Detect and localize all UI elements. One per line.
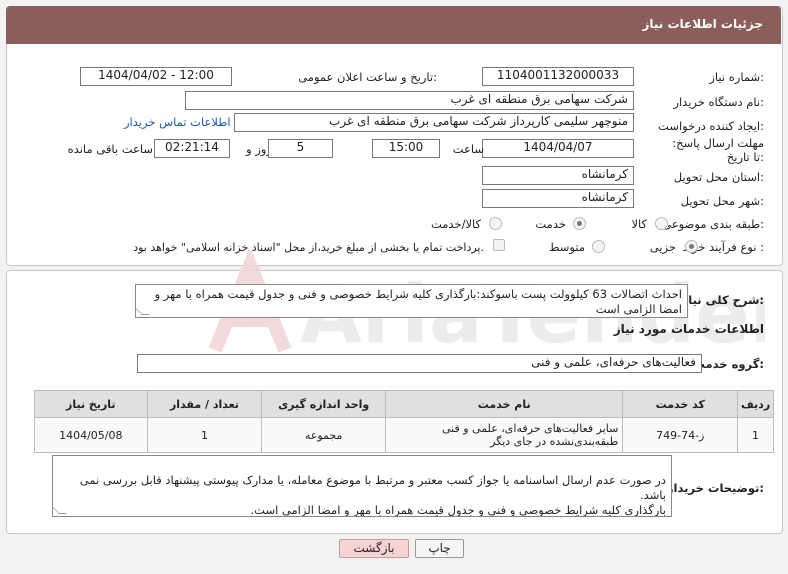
deadline-time-field[interactable]: 15:00	[372, 139, 440, 158]
deadline-time-label: ساعت	[452, 142, 484, 156]
category-option-both-label: کالا/خدمت	[430, 217, 481, 231]
category-label: طبقه بندی موضوعی:	[662, 217, 764, 231]
province-field[interactable]: کرمانشاه	[482, 166, 634, 185]
buyer-contact-link[interactable]: اطلاعات تماس خریدار	[124, 115, 231, 129]
category-option-service-radio[interactable]	[573, 217, 586, 230]
buyer-org-field[interactable]: شرکت سهامی برق منطقه ای غرب	[185, 91, 634, 110]
col-need-date: تاریخ نیاز	[34, 390, 148, 418]
category-option-both-radio[interactable]	[489, 217, 502, 230]
requester-label: ایجاد کننده درخواست:	[658, 119, 764, 133]
deadline-date-field[interactable]: 1404/04/07	[482, 139, 634, 158]
print-button[interactable]: چاپ	[415, 539, 464, 558]
buyer-notes-textarea[interactable]: در صورت عدم ارسال اساسنامه یا جواز کسب م…	[52, 455, 672, 517]
col-service-code: کد خدمت	[622, 390, 739, 418]
panel-header: جزئیات اطلاعات نیاز	[6, 6, 781, 44]
description-text: احداث اتصالات 63 کیلوولت پست باسوکند:بار…	[154, 287, 682, 316]
col-service-name: نام خدمت	[385, 390, 624, 418]
deadline-label: مهلت ارسال پاسخ: تا تاریخ:	[672, 136, 764, 164]
cell-unit: مجموعه	[261, 417, 387, 453]
table-row[interactable]: 1 ز-74-749 سایر فعالیت‌های حرفه‌ای، علمی…	[34, 417, 774, 453]
province-label: استان محل تحویل:	[673, 170, 764, 184]
category-option-goods-label: کالا	[631, 217, 647, 231]
process-option-minor-radio[interactable]	[685, 240, 698, 253]
city-label: شهر محل تحویل:	[680, 194, 764, 208]
days-field[interactable]: 5	[268, 139, 333, 158]
cell-need-date: 1404/05/08	[34, 417, 148, 453]
announce-datetime-field[interactable]: 1404/04/02 - 12:00	[80, 67, 232, 86]
requester-field[interactable]: منوچهر سلیمی کارپرداز شرکت سهامی برق منط…	[234, 113, 634, 132]
panel-title: جزئیات اطلاعات نیاز	[642, 17, 763, 31]
description-label: شرح کلی نیاز:	[681, 293, 764, 307]
process-option-medium-label: متوسط	[548, 240, 585, 254]
back-button[interactable]: بازگشت	[339, 539, 409, 558]
treasury-checkbox[interactable]	[493, 239, 505, 251]
resize-grip-icon[interactable]	[53, 506, 67, 514]
category-option-goods-radio[interactable]	[655, 217, 668, 230]
need-number-label: شماره نیاز:	[709, 70, 764, 84]
cell-service-name: سایر فعالیت‌های حرفه‌ای، علمی و فنی طبقه…	[385, 417, 624, 453]
buyer-notes-text: در صورت عدم ارسال اساسنامه یا جواز کسب م…	[79, 473, 666, 517]
cell-quantity: 1	[146, 417, 263, 453]
category-option-service-label: خدمت	[535, 217, 566, 231]
city-field[interactable]: کرمانشاه	[482, 189, 634, 208]
table-header-row: ردیف کد خدمت نام خدمت واحد اندازه گیری ت…	[34, 390, 774, 418]
need-number-field[interactable]: 1104001132000033	[482, 67, 634, 86]
treasury-note: پرداخت تمام یا بخشی از مبلغ خرید،از محل …	[133, 241, 484, 254]
cell-row-number: 1	[737, 417, 774, 453]
description-textarea[interactable]: احداث اتصالات 63 کیلوولت پست باسوکند:بار…	[135, 284, 688, 318]
services-table: ردیف کد خدمت نام خدمت واحد اندازه گیری ت…	[34, 390, 774, 453]
process-option-medium-radio[interactable]	[592, 240, 605, 253]
remaining-time-field[interactable]: 02:21:14	[154, 139, 230, 158]
services-info-heading: اطلاعات خدمات مورد نیاز	[613, 322, 764, 336]
col-row-number: ردیف	[737, 390, 774, 418]
service-group-field[interactable]: فعالیت‌های حرفه‌ای، علمی و فنی	[137, 354, 702, 373]
announce-datetime-label: تاریخ و ساعت اعلان عمومی:	[298, 70, 437, 84]
buyer-org-label: نام دستگاه خریدار:	[673, 95, 764, 109]
col-quantity: تعداد / مقدار	[146, 390, 263, 418]
process-option-minor-label: جزیی	[649, 240, 676, 254]
resize-grip-icon[interactable]	[136, 307, 150, 315]
remaining-label: ساعت باقی مانده	[67, 142, 153, 156]
service-group-label: گروه خدمت:	[693, 357, 764, 371]
cell-service-code: ز-74-749	[622, 417, 739, 453]
col-unit: واحد اندازه گیری	[261, 390, 387, 418]
buyer-notes-label: توضیحات خریدار:	[666, 481, 764, 495]
